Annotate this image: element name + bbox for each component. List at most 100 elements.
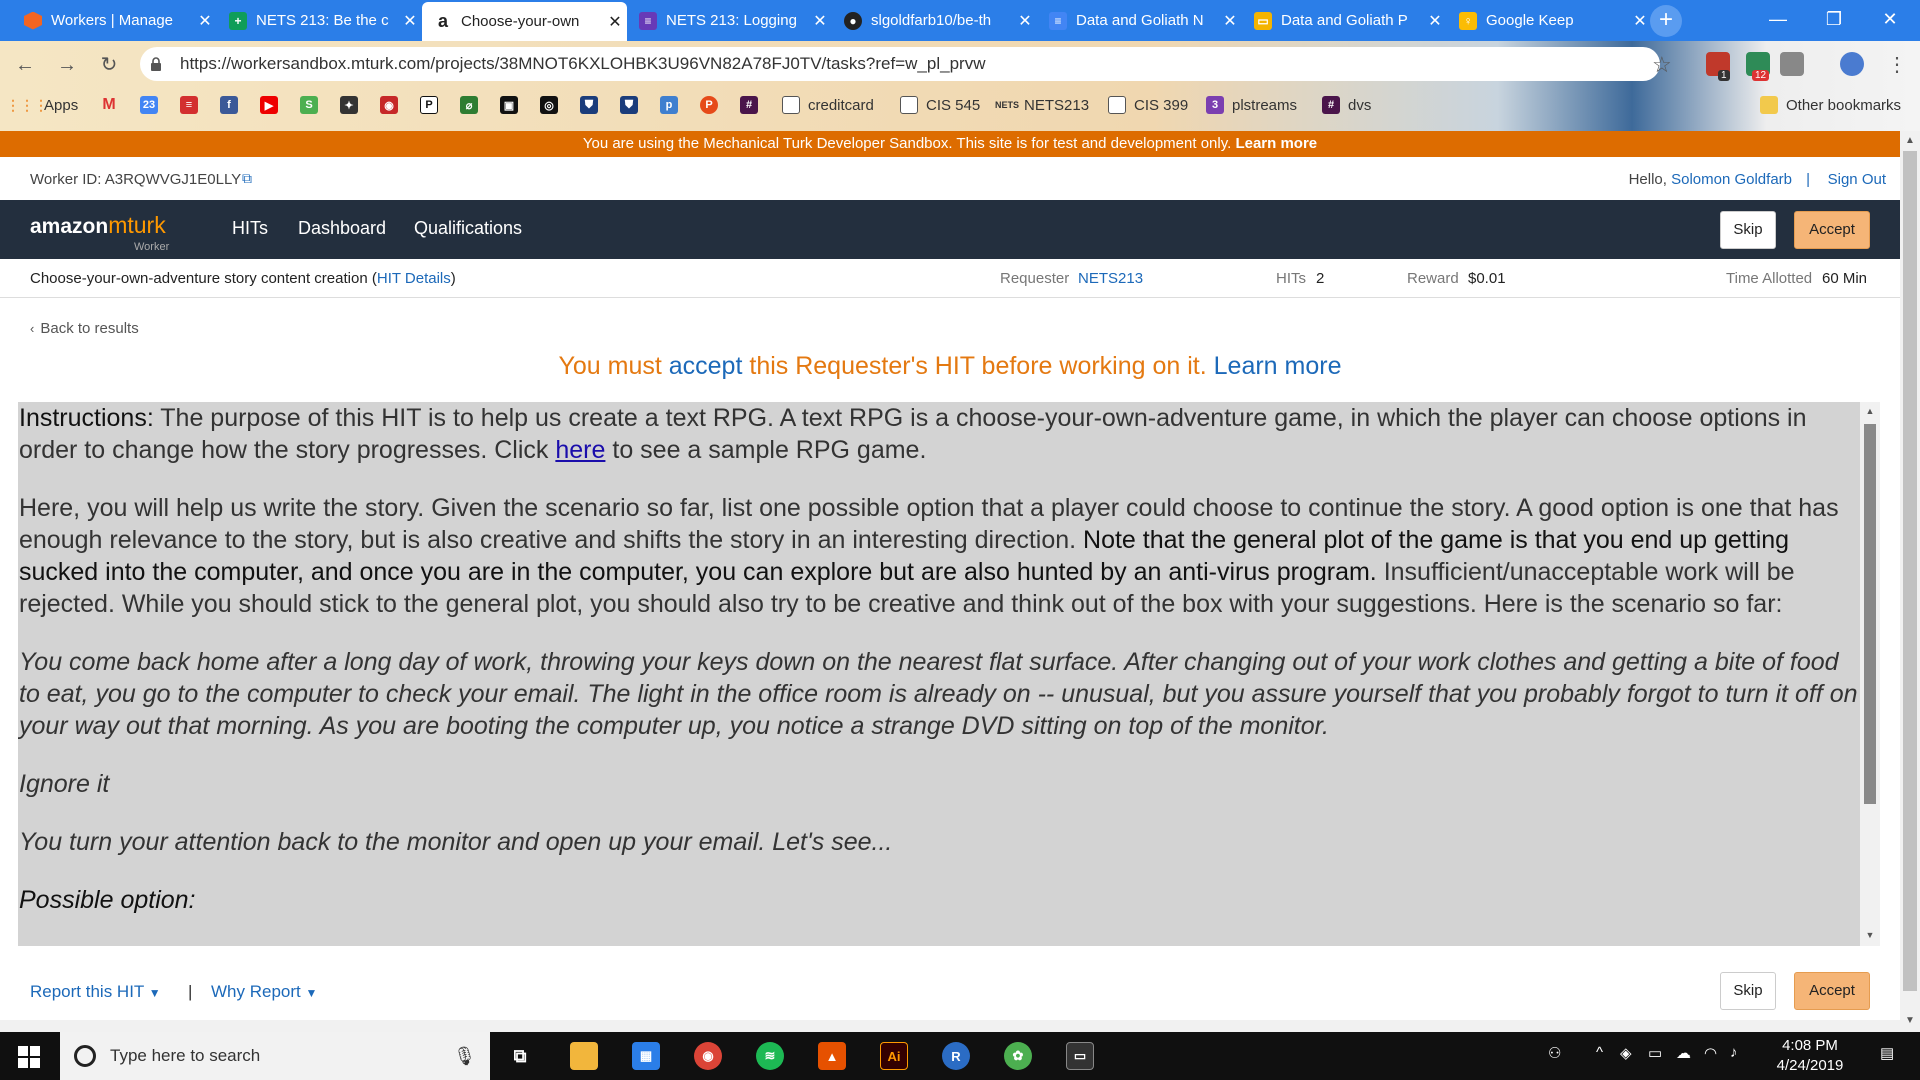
bookmark-cis399[interactable]: CIS 399 (1108, 92, 1188, 118)
report-hit-dropdown[interactable]: Report this HIT ▼ (30, 982, 161, 1002)
store-icon[interactable]: ▦ (632, 1042, 660, 1070)
address-bar[interactable]: https://workersandbox.mturk.com/projects… (140, 47, 1660, 81)
bookmark-youtube[interactable]: ▶ (260, 92, 286, 118)
footer-accept-button[interactable]: Accept (1794, 972, 1870, 1010)
maximize-icon[interactable]: ❐ (1806, 0, 1862, 41)
skip-button[interactable]: Skip (1720, 211, 1776, 249)
spotify-icon[interactable]: ≋ (756, 1042, 784, 1070)
back-to-results-link[interactable]: ‹ Back to results (30, 320, 139, 337)
taskbar-search-box[interactable]: Type here to search 🎙 (60, 1032, 490, 1080)
sign-out-link[interactable]: Sign Out (1828, 171, 1886, 188)
bookmark-item[interactable]: p (660, 92, 686, 118)
nav-qualifications[interactable]: Qualifications (414, 218, 522, 239)
dropbox-icon[interactable]: ◈ (1620, 1044, 1632, 1062)
learn-more-link[interactable]: Learn more (1214, 352, 1342, 380)
bookmark-item[interactable]: # (740, 92, 766, 118)
forward-arrow-icon[interactable]: → (54, 52, 80, 78)
close-tab-icon[interactable]: ✕ (808, 11, 832, 31)
bookmark-item[interactable]: ⛊ (620, 92, 646, 118)
tab-github[interactable]: ● slgoldfarb10/be-th ✕ (832, 0, 1037, 41)
bookmark-item[interactable]: ✦ (340, 92, 366, 118)
close-tab-icon[interactable]: ✕ (398, 11, 422, 31)
tab-nets213-be-the[interactable]: + NETS 213: Be the c ✕ (217, 0, 422, 41)
bookmark-item[interactable]: ≡ (180, 92, 206, 118)
r-icon[interactable]: R (942, 1042, 970, 1070)
task-view-icon[interactable]: ⧉ (506, 1042, 534, 1070)
tab-workers-manage[interactable]: Workers | Manage ✕ (12, 0, 217, 41)
minimize-icon[interactable]: — (1750, 0, 1806, 41)
wifi-icon[interactable]: ◠ (1704, 1044, 1717, 1062)
scroll-up-icon[interactable]: ▲ (1900, 135, 1920, 146)
bookmark-item[interactable]: ◉ (380, 92, 406, 118)
accept-link[interactable]: accept (669, 352, 743, 380)
terminal-icon[interactable]: ▭ (1066, 1042, 1094, 1070)
bookmark-item[interactable]: ⌀ (460, 92, 486, 118)
bookmark-dvs[interactable]: # dvs (1322, 92, 1371, 118)
bookmark-gmail[interactable]: M (100, 92, 126, 118)
bookmark-item[interactable]: P (700, 92, 726, 118)
bookmark-facebook[interactable]: f (220, 92, 246, 118)
extension-icon[interactable] (1780, 52, 1804, 76)
hit-preview-frame[interactable]: Instructions: The purpose of this HIT is… (18, 402, 1880, 946)
worker-name-link[interactable]: Solomon Goldfarb (1671, 171, 1792, 188)
tab-nets213-logging[interactable]: ≡ NETS 213: Logging ✕ (627, 0, 832, 41)
nav-hits[interactable]: HITs (232, 218, 268, 239)
bookmark-creditcard[interactable]: creditcard (782, 92, 874, 118)
tab-data-goliath-slides[interactable]: ▭ Data and Goliath P ✕ (1242, 0, 1447, 41)
close-tab-icon[interactable]: ✕ (1628, 11, 1652, 31)
hit-details-link[interactable]: HIT Details (377, 270, 451, 287)
microphone-icon[interactable]: 🎙 (453, 1046, 476, 1067)
close-window-icon[interactable]: ✕ (1862, 0, 1918, 41)
file-explorer-icon[interactable] (570, 1042, 598, 1070)
bookmark-star-icon[interactable]: ☆ (1652, 52, 1672, 78)
horizontal-scrollbar[interactable] (0, 1020, 1900, 1032)
footer-skip-button[interactable]: Skip (1720, 972, 1776, 1010)
illustrator-icon[interactable]: Ai (880, 1042, 908, 1070)
tab-google-keep[interactable]: ♀ Google Keep ✕ (1447, 0, 1652, 41)
bookmark-other[interactable]: Other bookmarks (1760, 92, 1901, 118)
frame-scrollbar-thumb[interactable] (1864, 424, 1876, 804)
close-tab-icon[interactable]: ✕ (603, 12, 627, 32)
cloud-icon[interactable]: ☁ (1676, 1044, 1691, 1062)
sample-game-link[interactable]: here (555, 436, 605, 464)
battery-icon[interactable]: ▭ (1648, 1044, 1662, 1062)
scroll-up-icon[interactable]: ▲ (1860, 406, 1880, 416)
nav-dashboard[interactable]: Dashboard (298, 218, 386, 239)
back-arrow-icon[interactable]: ← (12, 52, 38, 78)
bookmark-calendar[interactable]: 23 (140, 92, 166, 118)
learn-more-link[interactable]: Learn more (1235, 135, 1317, 152)
taskbar-clock[interactable]: 4:08 PM 4/24/2019 (1760, 1036, 1860, 1076)
chrome-icon[interactable]: ◉ (694, 1042, 722, 1070)
bookmark-item[interactable]: ▣ (500, 92, 526, 118)
bookmark-item[interactable]: P (420, 92, 446, 118)
reload-icon[interactable]: ↻ (96, 52, 122, 78)
chevron-up-icon[interactable]: ^ (1596, 1044, 1603, 1061)
frame-scrollbar[interactable]: ▲ ▼ (1860, 402, 1880, 946)
windows-start-icon[interactable] (18, 1046, 40, 1068)
menu-kebab-icon[interactable]: ⋮ (1884, 52, 1910, 78)
profile-avatar[interactable] (1840, 52, 1864, 76)
close-tab-icon[interactable]: ✕ (1423, 11, 1447, 31)
bookmark-cis545[interactable]: CIS 545 (900, 92, 980, 118)
volume-icon[interactable]: ♪ (1730, 1044, 1738, 1061)
scrollbar-thumb[interactable] (1903, 151, 1917, 991)
requester-link[interactable]: NETS213 (1078, 270, 1143, 287)
notifications-icon[interactable]: ▤ (1880, 1044, 1894, 1062)
close-tab-icon[interactable]: ✕ (1218, 11, 1242, 31)
scroll-down-icon[interactable]: ▼ (1860, 930, 1880, 940)
mturk-logo[interactable]: amazonmturk Worker (30, 212, 169, 253)
app-icon[interactable]: ✿ (1004, 1042, 1032, 1070)
bookmark-apps[interactable]: ⋮⋮⋮ Apps (6, 92, 78, 118)
tab-data-goliath-docs[interactable]: ≡ Data and Goliath N ✕ (1037, 0, 1242, 41)
close-tab-icon[interactable]: ✕ (1013, 11, 1037, 31)
bookmark-plstreams[interactable]: 3 plstreams (1206, 92, 1297, 118)
bookmark-nets213[interactable]: NETS NETS213 (995, 92, 1089, 118)
bookmark-item[interactable]: ◎ (540, 92, 566, 118)
scroll-down-icon[interactable]: ▼ (1900, 1015, 1920, 1026)
bookmark-item[interactable]: S (300, 92, 326, 118)
matlab-icon[interactable]: ▲ (818, 1042, 846, 1070)
accept-button[interactable]: Accept (1794, 211, 1870, 249)
new-tab-button[interactable]: + (1650, 5, 1682, 37)
people-icon[interactable]: ⚇ (1548, 1044, 1561, 1062)
copy-icon[interactable]: ⧉ (242, 170, 252, 187)
